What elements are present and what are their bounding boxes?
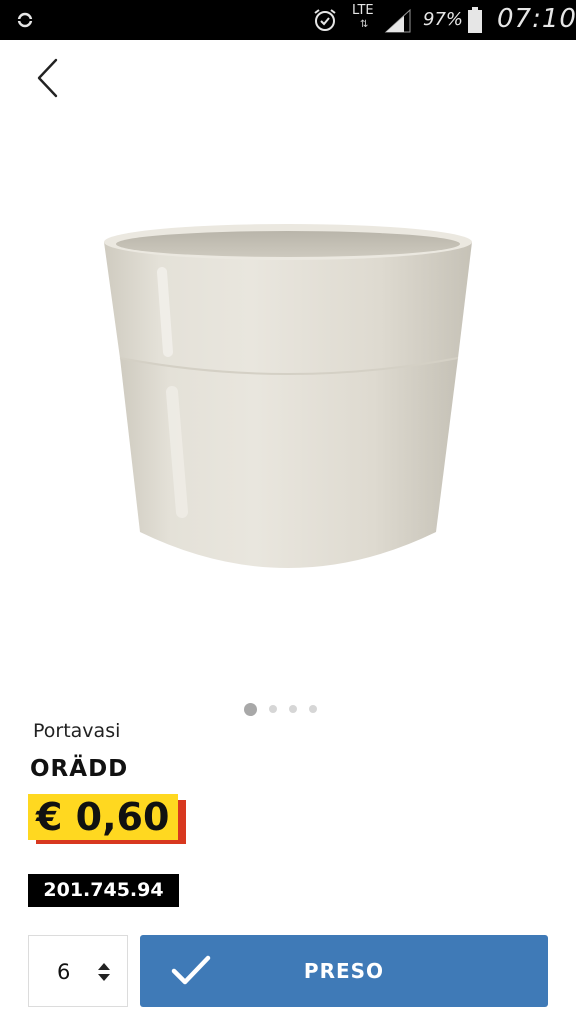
sync-icon — [17, 12, 33, 28]
data-arrows-icon: ⇅ — [360, 19, 369, 30]
battery-percent: 97% — [423, 9, 464, 30]
pager-dot-3[interactable] — [289, 705, 297, 713]
chevron-left-icon — [37, 58, 58, 98]
back-button[interactable] — [28, 56, 68, 100]
price-tag: € 0,60 — [28, 794, 178, 840]
preso-button[interactable]: PRESO — [140, 935, 548, 1007]
product-category: Portavasi — [33, 720, 121, 742]
product-name: ORÄDD — [30, 756, 129, 782]
quantity-selector[interactable]: 6 — [28, 935, 128, 1007]
status-bar: LTE ⇅ 97% 07:10 — [0, 0, 576, 40]
quantity-value: 6 — [57, 960, 71, 984]
stepper-arrows-icon — [98, 963, 110, 981]
preso-label: PRESO — [303, 959, 385, 983]
product-image[interactable] — [90, 212, 486, 600]
pager-dot-2[interactable] — [269, 705, 277, 713]
pager-dot-4[interactable] — [309, 705, 317, 713]
clock-time: 07:10 — [497, 4, 576, 34]
article-number: 201.745.94 — [28, 874, 179, 907]
battery-icon — [468, 7, 482, 33]
pager-dot-1[interactable] — [244, 702, 257, 716]
image-pager[interactable] — [244, 702, 329, 716]
network-type-label: LTE — [352, 3, 374, 18]
signal-icon — [384, 8, 411, 33]
alarm-icon — [314, 9, 336, 31]
